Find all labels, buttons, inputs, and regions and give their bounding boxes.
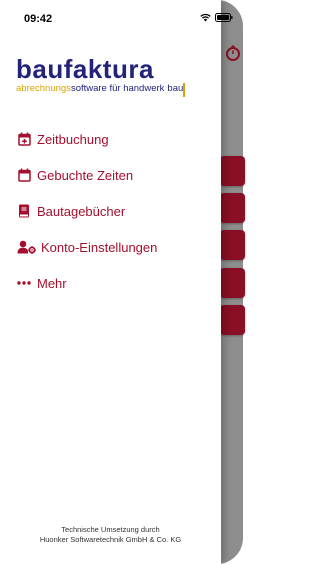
- menu-item-mehr[interactable]: Mehr: [16, 265, 216, 301]
- calendar-plus-icon: [16, 131, 32, 147]
- menu-item-bautagebuecher[interactable]: Bautagebücher: [16, 193, 216, 229]
- background-tile[interactable]: [220, 193, 245, 223]
- status-bar: 09:42: [0, 0, 263, 34]
- logo-tagline: abrechnungssoftware für handwerk bau: [16, 83, 184, 94]
- background-tile[interactable]: [220, 230, 245, 260]
- stopwatch-icon: [226, 45, 240, 61]
- menu-item-label: Bautagebücher: [37, 203, 126, 219]
- menu-item-label: Gebuchte Zeiten: [37, 167, 134, 183]
- book-icon: [16, 203, 32, 219]
- logo-divider: [183, 83, 185, 97]
- status-time: 09:42: [24, 13, 53, 25]
- footer-line: Huonker Softwaretechnik GmbH & Co. KG: [39, 535, 182, 544]
- ellipsis-icon: [16, 275, 32, 291]
- wifi-icon: [200, 13, 211, 22]
- background-tile[interactable]: [220, 156, 245, 186]
- status-icons: [200, 13, 233, 22]
- menu-item-label: Mehr: [37, 275, 67, 291]
- stopwatch-button[interactable]: [222, 42, 244, 64]
- logo-wordmark: baufaktura: [16, 54, 154, 84]
- menu-item-label: Zeitbuchung: [37, 131, 109, 147]
- menu-item-gebuchte-zeiten[interactable]: Gebuchte Zeiten: [16, 157, 216, 193]
- calendar-icon: [16, 167, 32, 183]
- credits-footer: Technische Umsetzung durch Huonker Softw…: [0, 525, 221, 545]
- background-tile[interactable]: [220, 268, 245, 298]
- user-cog-icon: [16, 239, 36, 255]
- navigation-drawer: baufaktura abrechnungssoftware für handw…: [0, 0, 221, 564]
- footer-line: Technische Umsetzung durch: [61, 525, 160, 534]
- menu-item-zeitbuchung[interactable]: Zeitbuchung: [16, 121, 216, 157]
- baufaktura-logo: baufaktura abrechnungssoftware für handw…: [16, 56, 206, 94]
- menu-item-label: Konto-Einstellungen: [41, 239, 158, 255]
- app-screen: baufaktura abrechnungssoftware für handw…: [0, 0, 263, 564]
- background-tile[interactable]: [220, 305, 245, 335]
- battery-icon: [215, 13, 233, 22]
- menu-item-konto-einstellungen[interactable]: Konto-Einstellungen: [16, 229, 216, 265]
- drawer-menu: Zeitbuchung Gebuchte Zeiten Bautagebüche…: [16, 121, 216, 301]
